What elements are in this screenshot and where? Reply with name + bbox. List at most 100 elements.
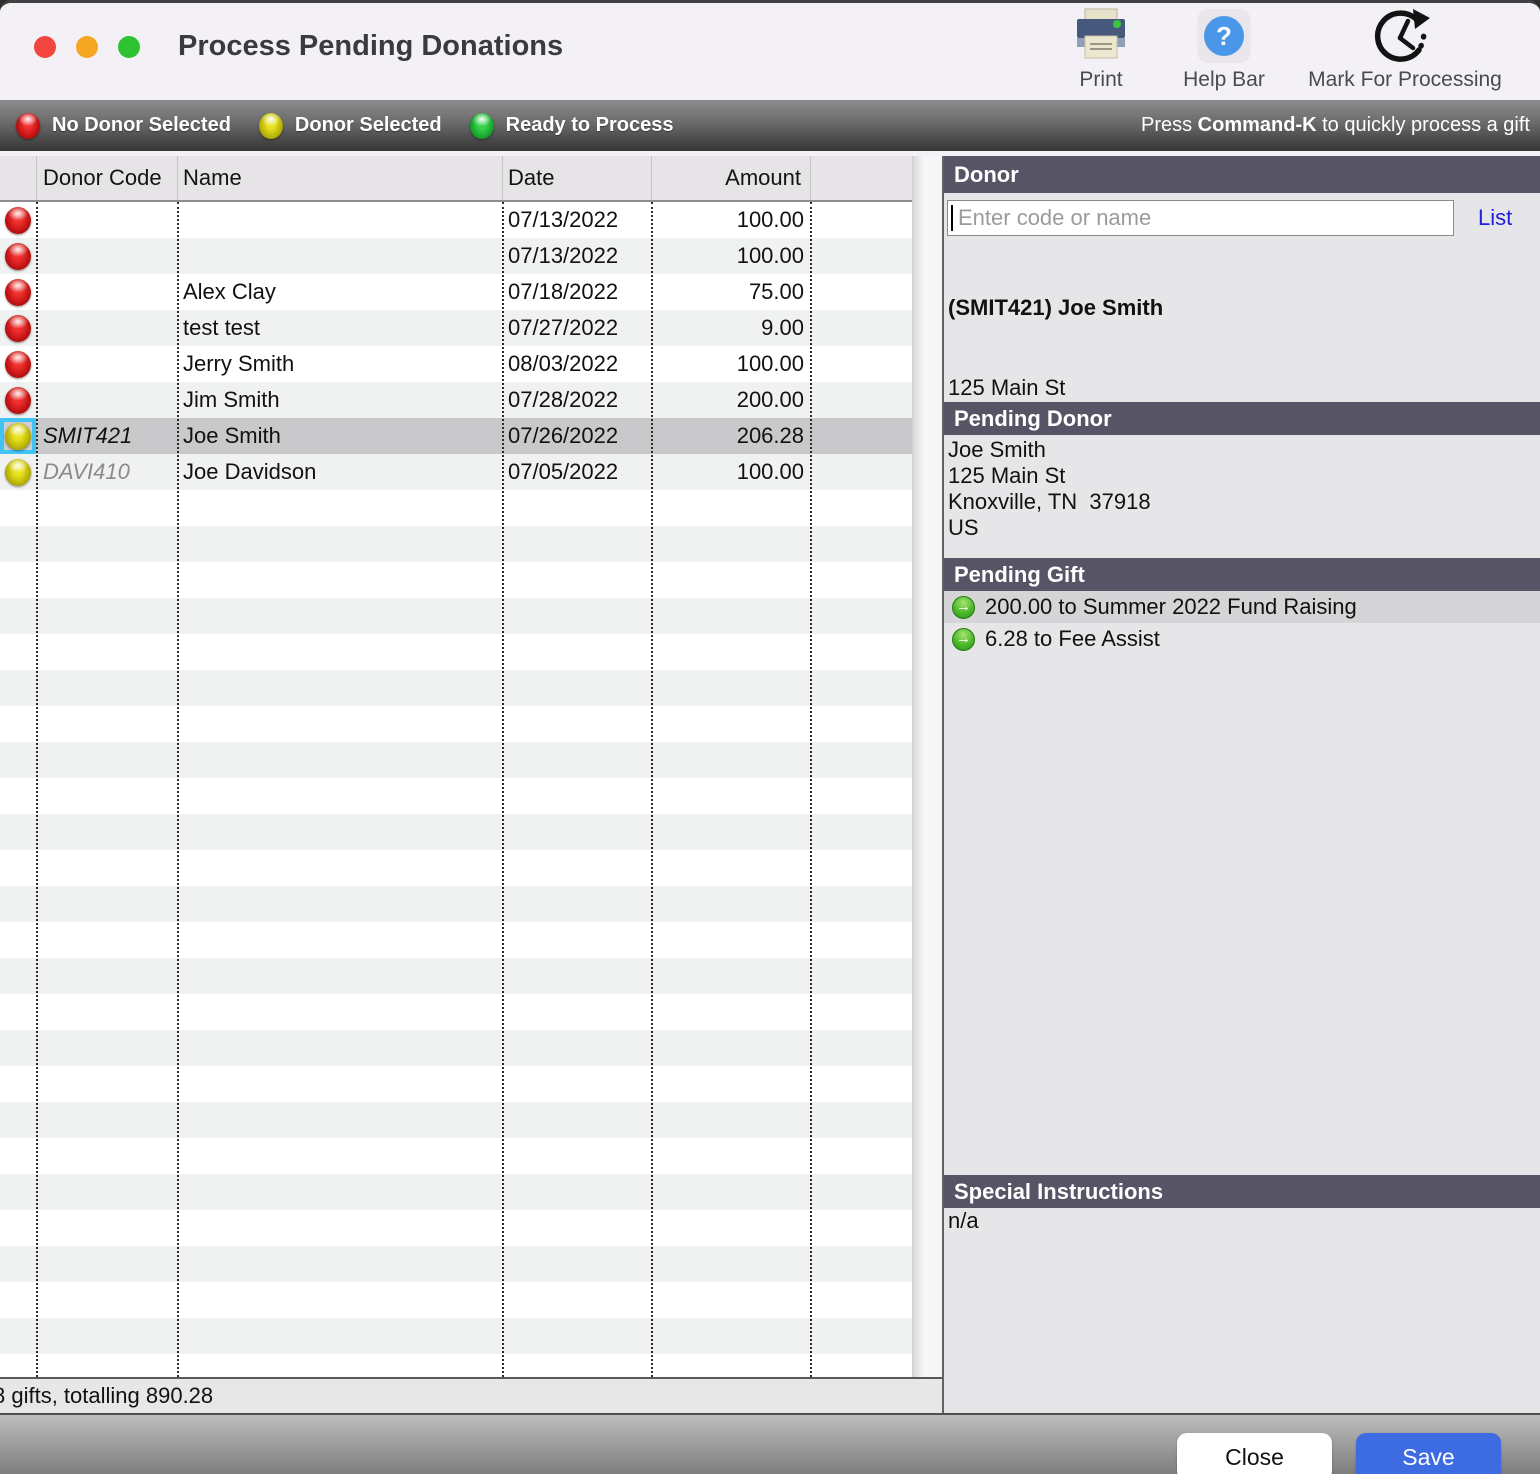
cell-name: Joe Davidson [177, 454, 502, 490]
donations-table: Donor Code Name Date Amount 07/13/202210… [0, 156, 942, 1413]
legend-bar: No Donor SelectedDonor SelectedReady to … [0, 100, 1540, 151]
row-status-cell[interactable] [0, 382, 36, 418]
column-divider [36, 156, 37, 200]
page-title: Process Pending Donations [178, 30, 563, 63]
red-status-led-icon [5, 387, 31, 414]
window-close-button[interactable] [34, 36, 56, 58]
cell-date: 07/27/2022 [502, 310, 651, 346]
cell-donor-code [36, 238, 177, 274]
donor-result-name: (SMIT421) Joe Smith [948, 295, 1163, 322]
table-scrollbar[interactable] [912, 156, 942, 1377]
summary-bar: 8 gifts, totalling 890.28 [0, 1377, 942, 1413]
table-row[interactable]: SMIT421Joe Smith07/26/2022206.28 [0, 418, 912, 454]
help-bar-button[interactable]: ? Help Bar [1163, 6, 1285, 98]
close-button[interactable]: Close [1177, 1433, 1332, 1474]
column-header-donor-code[interactable]: Donor Code [43, 156, 162, 200]
table-rows: 07/13/2022100.0007/13/2022100.00Alex Cla… [0, 202, 912, 490]
table-row[interactable]: Jim Smith07/28/2022200.00 [0, 382, 912, 418]
gifts-total-text: 8 gifts, totalling 890.28 [0, 1379, 213, 1412]
column-divider [810, 156, 811, 200]
yellow-led-icon [259, 113, 283, 139]
row-status-cell[interactable] [0, 238, 36, 274]
red-status-led-icon [5, 351, 31, 378]
window-minimize-button[interactable] [76, 36, 98, 58]
cell-amount: 206.28 [651, 418, 810, 454]
legend-item: Donor Selected [259, 113, 442, 139]
red-status-led-icon [5, 243, 31, 270]
row-status-cell[interactable] [0, 274, 36, 310]
cell-amount: 75.00 [651, 274, 810, 310]
clock-arrow-icon [1372, 6, 1438, 66]
row-status-cell[interactable] [0, 454, 36, 490]
bottom-bar: Close Save [0, 1413, 1540, 1474]
help-bar-label: Help Bar [1183, 68, 1265, 92]
cell-date: 07/18/2022 [502, 274, 651, 310]
cell-amount: 100.00 [651, 346, 810, 382]
green-led-icon [470, 113, 494, 139]
pending-gift-item[interactable]: → 200.00 to Summer 2022 Fund Raising [944, 591, 1540, 623]
table-row[interactable]: test test07/27/20229.00 [0, 310, 912, 346]
cell-donor-code: SMIT421 [36, 418, 177, 454]
red-led-icon [16, 113, 40, 139]
text-caret [951, 205, 953, 231]
table-row[interactable]: Jerry Smith08/03/2022100.00 [0, 346, 912, 382]
special-instructions-value: n/a [948, 1208, 979, 1234]
cell-name: Alex Clay [177, 274, 502, 310]
red-status-led-icon [5, 315, 31, 342]
row-status-cell[interactable] [0, 202, 36, 238]
mark-for-processing-button[interactable]: Mark For Processing [1294, 6, 1516, 98]
column-header-amount[interactable]: Amount [651, 156, 801, 200]
app-window: Process Pending Donations Print ? [0, 0, 1540, 1474]
table-row[interactable]: DAVI410Joe Davidson07/05/2022100.00 [0, 454, 912, 490]
traffic-lights [34, 36, 140, 58]
table-row[interactable]: 07/13/2022100.00 [0, 238, 912, 274]
pending-donor-section-header: Pending Donor [944, 402, 1540, 435]
pending-gift-list: → 200.00 to Summer 2022 Fund Raising →6.28… [944, 591, 1540, 655]
dotted-column-line [502, 202, 504, 1377]
help-icon: ? [1197, 6, 1251, 66]
title-bar: Process Pending Donations Print ? [0, 3, 1540, 100]
dotted-column-line [810, 202, 812, 1377]
cell-name [177, 238, 502, 274]
special-instructions-header: Special Instructions [944, 1175, 1540, 1208]
cell-donor-code [36, 274, 177, 310]
column-divider [502, 156, 503, 200]
cell-donor-code [36, 346, 177, 382]
table-row[interactable]: 07/13/2022100.00 [0, 202, 912, 238]
print-button[interactable]: Print [1040, 6, 1162, 98]
gift-text: 200.00 to Summer 2022 Fund Raising [985, 594, 1357, 620]
print-label: Print [1079, 68, 1122, 92]
window-zoom-button[interactable] [118, 36, 140, 58]
row-status-cell[interactable] [0, 346, 36, 382]
pending-gift-item[interactable]: →6.28 to Fee Assist [944, 623, 1540, 655]
row-status-cell[interactable] [0, 418, 36, 454]
list-link[interactable]: List [1478, 200, 1512, 236]
green-arrow-icon: → [952, 596, 975, 619]
cell-amount: 100.00 [651, 202, 810, 238]
row-status-cell[interactable] [0, 310, 36, 346]
table-body: 07/13/2022100.0007/13/2022100.00Alex Cla… [0, 202, 912, 1377]
address-line: 125 Main St [948, 463, 1151, 489]
table-row[interactable]: Alex Clay07/18/202275.00 [0, 274, 912, 310]
save-button[interactable]: Save [1356, 1433, 1501, 1474]
donor-search-input[interactable] [947, 200, 1454, 236]
column-header-name[interactable]: Name [183, 156, 242, 200]
cell-date: 07/28/2022 [502, 382, 651, 418]
cell-date: 07/13/2022 [502, 202, 651, 238]
printer-icon [1072, 6, 1130, 66]
cell-donor-code: DAVI410 [36, 454, 177, 490]
legend-label: Donor Selected [295, 114, 442, 137]
pending-donor-lines: Joe Smith125 Main StKnoxville, TN 37918U… [948, 437, 1151, 541]
address-line: 125 Main St [948, 375, 1163, 402]
legend-items: No Donor SelectedDonor SelectedReady to … [16, 113, 701, 139]
cell-date: 07/05/2022 [502, 454, 651, 490]
address-line: US [948, 515, 1151, 541]
column-header-date[interactable]: Date [508, 156, 554, 200]
red-status-led-icon [5, 279, 31, 306]
dotted-column-line [651, 202, 653, 1377]
cell-donor-code [36, 382, 177, 418]
cell-donor-code [36, 310, 177, 346]
cell-name: Jerry Smith [177, 346, 502, 382]
column-divider [177, 156, 178, 200]
gift-text: 6.28 to Fee Assist [985, 626, 1160, 652]
